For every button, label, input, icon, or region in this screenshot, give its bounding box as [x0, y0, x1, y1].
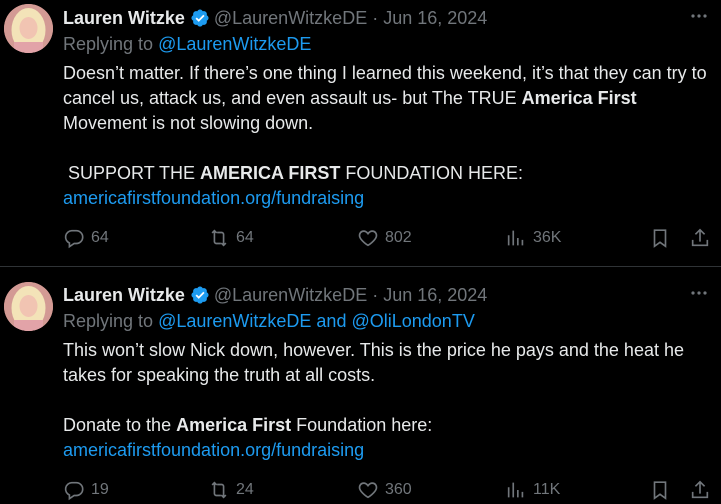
- repost-button[interactable]: 64: [208, 226, 254, 250]
- tweet[interactable]: Lauren Witzke @LaurenWitzkeDE · Jun 16, …: [0, 266, 721, 504]
- fundraising-link[interactable]: americafirstfoundation.org/fundraising: [63, 438, 711, 463]
- text-run: Donate to the: [63, 415, 177, 435]
- avatar[interactable]: [4, 4, 53, 53]
- tweet[interactable]: Lauren Witzke @LaurenWitzkeDE · Jun 16, …: [0, 0, 721, 266]
- tweet-paragraph: Donate to the America First Foundation h…: [63, 413, 711, 438]
- replying-to: Replying to @LaurenWitzkeDE and @OliLond…: [63, 311, 475, 332]
- more-dots-icon[interactable]: [689, 283, 709, 303]
- bold-text: America First: [521, 88, 637, 108]
- bookmark-button[interactable]: [649, 226, 671, 250]
- tweet-text: This won’t slow Nick down, however. This…: [63, 338, 711, 463]
- view-count: 36K: [533, 229, 562, 246]
- heart-icon: [358, 482, 378, 499]
- separator: ·: [372, 7, 379, 28]
- verified-badge-icon: [191, 9, 209, 27]
- replying-to-label: Replying to: [63, 311, 154, 331]
- text-run: Foundation here:: [291, 415, 433, 435]
- verified-badge-icon: [191, 286, 209, 304]
- like-count: 360: [385, 481, 412, 498]
- share-icon: [691, 480, 709, 499]
- like-button[interactable]: 802: [357, 226, 412, 250]
- tweet-feed: Lauren Witzke @LaurenWitzkeDE · Jun 16, …: [0, 0, 721, 504]
- reply-count: 64: [91, 229, 109, 246]
- heart-icon: [358, 230, 378, 247]
- more-dots-icon[interactable]: [689, 6, 709, 26]
- bold-text: America First: [176, 415, 292, 435]
- avatar-image: [4, 282, 53, 331]
- replying-to: Replying to @LaurenWitzkeDE: [63, 34, 311, 55]
- tweet-paragraph: SUPPORT THE AMERICA FIRST FOUNDATION HER…: [63, 161, 711, 186]
- reply-target-link[interactable]: @OliLondonTV: [351, 311, 474, 331]
- text-run: FOUNDATION HERE:: [340, 163, 524, 183]
- text-run: SUPPORT THE: [63, 163, 201, 183]
- fundraising-link[interactable]: americafirstfoundation.org/fundraising: [63, 186, 711, 211]
- tweet-date[interactable]: Jun 16, 2024: [383, 8, 487, 29]
- repost-arrows-icon: [211, 229, 227, 247]
- tweet-paragraph: Doesn’t matter. If there’s one thing I l…: [63, 61, 711, 136]
- share-icon: [691, 228, 709, 247]
- tweet-text: Doesn’t matter. If there’s one thing I l…: [63, 61, 711, 211]
- views-button[interactable]: 36K: [505, 226, 561, 250]
- avatar[interactable]: [4, 282, 53, 331]
- action-bar: 19 24 360 11K: [63, 478, 711, 502]
- reply-count: 19: [91, 481, 109, 498]
- view-count: 11K: [533, 481, 561, 498]
- bold-text: AMERICA FIRST: [200, 163, 341, 183]
- repost-arrows-icon: [211, 481, 227, 499]
- bar-chart-icon: [507, 230, 524, 246]
- share-button[interactable]: [689, 478, 711, 502]
- tweet-header: Lauren Witzke @LaurenWitzkeDE · Jun 16, …: [63, 284, 487, 306]
- replying-to-label: Replying to: [63, 34, 154, 54]
- like-count: 802: [385, 229, 412, 246]
- reply-bubble-icon: [64, 481, 84, 501]
- text-run: Movement is not slowing down.: [63, 113, 314, 133]
- bookmark-icon: [653, 481, 667, 500]
- repost-count: 24: [236, 481, 254, 498]
- views-button[interactable]: 11K: [505, 478, 560, 502]
- bookmark-button[interactable]: [649, 478, 671, 502]
- reply-button[interactable]: 64: [63, 226, 109, 250]
- like-button[interactable]: 360: [357, 478, 412, 502]
- bar-chart-icon: [507, 482, 524, 498]
- share-button[interactable]: [689, 226, 711, 250]
- reply-target-link[interactable]: @LaurenWitzkeDE: [158, 311, 311, 331]
- author-name[interactable]: Lauren Witzke: [63, 285, 185, 306]
- avatar-image: [4, 4, 53, 53]
- reply-target-link[interactable]: @LaurenWitzkeDE: [158, 34, 311, 54]
- repost-button[interactable]: 24: [208, 478, 254, 502]
- author-handle[interactable]: @LaurenWitzkeDE: [214, 285, 367, 306]
- reply-button[interactable]: 19: [63, 478, 109, 502]
- repost-count: 64: [236, 229, 254, 246]
- reply-and: and: [316, 311, 347, 331]
- reply-bubble-icon: [64, 229, 84, 249]
- author-handle[interactable]: @LaurenWitzkeDE: [214, 8, 367, 29]
- tweet-date[interactable]: Jun 16, 2024: [383, 285, 487, 306]
- tweet-paragraph: This won’t slow Nick down, however. This…: [63, 340, 684, 385]
- bookmark-icon: [653, 229, 667, 248]
- action-bar: 64 64 802 36K: [63, 226, 711, 250]
- tweet-header: Lauren Witzke @LaurenWitzkeDE · Jun 16, …: [63, 7, 487, 29]
- author-name[interactable]: Lauren Witzke: [63, 8, 185, 29]
- separator: ·: [372, 284, 379, 305]
